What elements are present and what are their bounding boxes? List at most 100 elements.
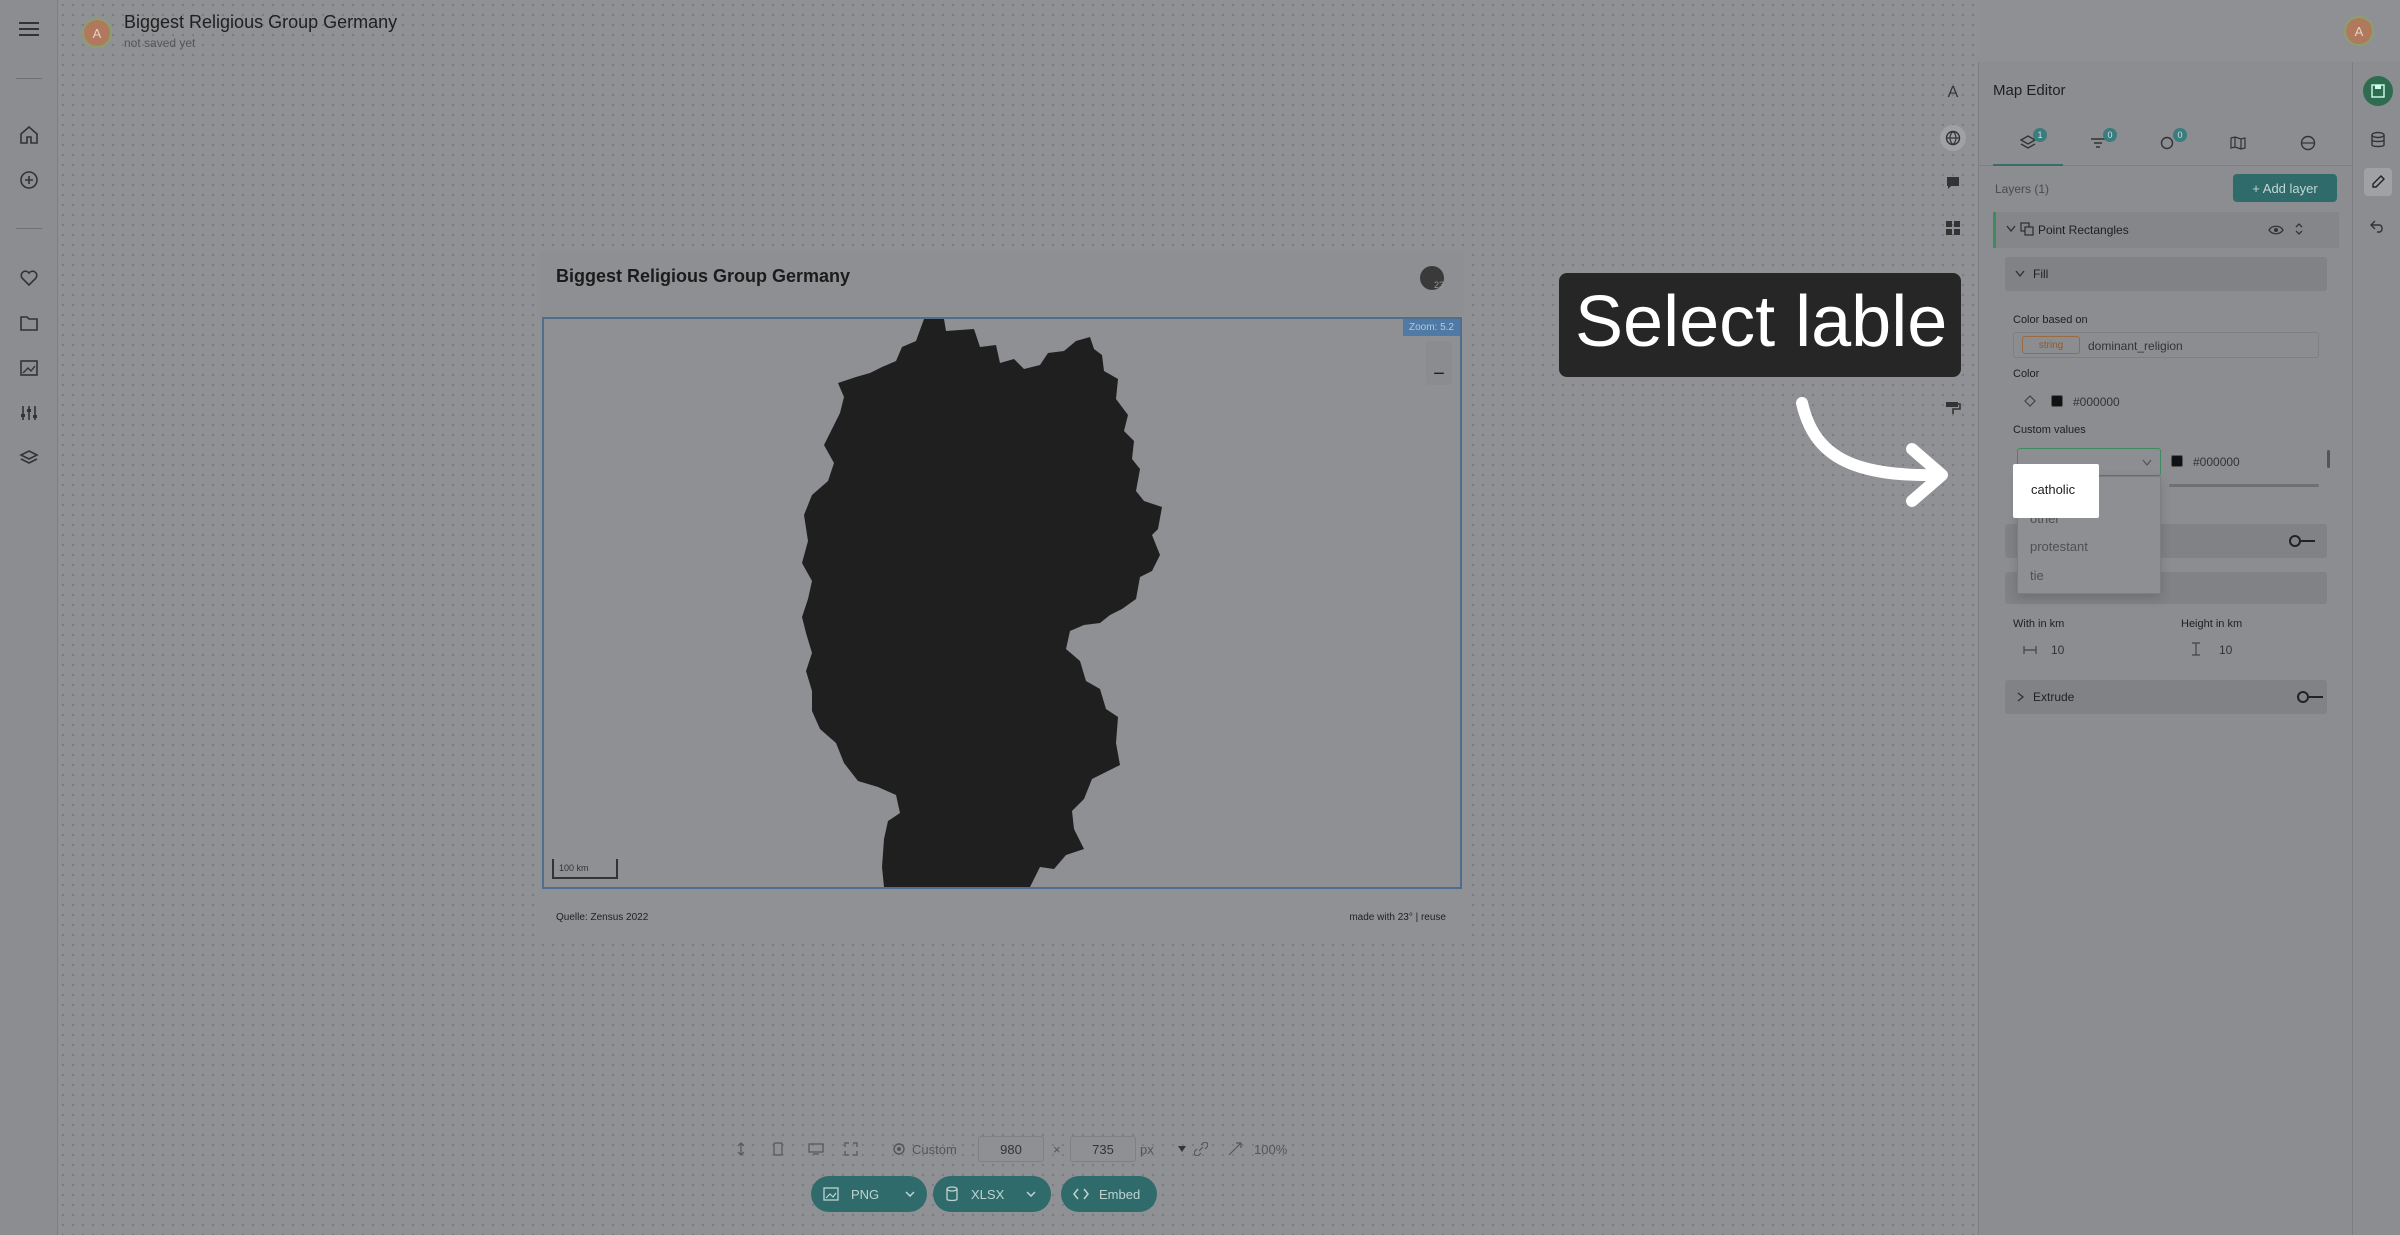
extrude-section-header[interactable]: Extrude [2005, 680, 2327, 714]
png-label: PNG [851, 1186, 880, 1202]
panel-title: Map Editor [1993, 82, 2066, 99]
tab-badge: 0 [2173, 128, 2187, 142]
color-label: Color [2013, 368, 2040, 380]
menu-icon[interactable] [14, 14, 44, 44]
unit-select[interactable]: px [1140, 1142, 1154, 1157]
right-rail [2352, 62, 2400, 1235]
save-icon[interactable] [2363, 76, 2393, 106]
project-title[interactable]: Biggest Religious Group Germany [124, 12, 397, 33]
editor-tabs: 1 0 0 [1979, 120, 2353, 166]
tab-projection[interactable] [2273, 120, 2343, 166]
scrollbar[interactable] [2327, 450, 2330, 468]
map-viewport[interactable]: Zoom: 5.2 − 100 km [542, 317, 1462, 889]
shapes-icon [2020, 222, 2034, 236]
paint-roller-icon[interactable] [1940, 395, 1966, 421]
mobile-narrow-icon[interactable] [736, 1142, 746, 1156]
comment-tool-icon[interactable] [1940, 170, 1966, 196]
color-hex[interactable]: #000000 [2073, 395, 2120, 409]
field-name: dominant_religion [2088, 339, 2183, 353]
embed-button[interactable]: Embed [1061, 1176, 1157, 1212]
add-layer-button[interactable]: + Add layer [2233, 174, 2337, 202]
tab-badge: 0 [2103, 128, 2117, 142]
stack-icon[interactable] [14, 443, 44, 473]
map-title[interactable]: Biggest Religious Group Germany [556, 266, 850, 287]
custom-color-swatch[interactable] [2171, 455, 2183, 467]
grid-tool-icon[interactable] [1940, 215, 1966, 241]
extrude-label: Extrude [2033, 690, 2075, 704]
tab-interactions[interactable]: 0 [2133, 120, 2203, 166]
value-slider[interactable] [2169, 484, 2319, 487]
link-icon[interactable] [1194, 1142, 1208, 1156]
database-icon [946, 1186, 958, 1202]
nav-divider [16, 228, 42, 229]
chevron-down-icon[interactable] [2006, 225, 2016, 233]
logo-icon: 23 [1420, 266, 1444, 290]
zoom-icon[interactable] [1228, 1142, 1242, 1156]
add-circle-icon[interactable] [14, 165, 44, 195]
mobile-icon[interactable] [772, 1142, 784, 1156]
source-text: Quelle: Zensus 2022 [556, 912, 649, 923]
folder-icon[interactable] [14, 308, 44, 338]
chevron-down-icon[interactable] [1026, 1191, 1036, 1197]
credit-text[interactable]: made with 23° | reuse [1349, 912, 1446, 923]
type-chip: string [2022, 336, 2080, 354]
dropdown-option-highlighted[interactable]: catholic [2013, 464, 2099, 518]
instruction-tooltip: Select lable [1559, 273, 1961, 377]
eye-icon[interactable] [2268, 224, 2284, 236]
tab-filters[interactable]: 0 [2063, 120, 2133, 166]
image-icon [823, 1187, 839, 1201]
size-preset[interactable]: Custom [912, 1142, 957, 1157]
extrude-toggle[interactable] [2297, 691, 2323, 703]
export-png-button[interactable]: PNG [811, 1176, 927, 1212]
fullscreen-icon[interactable] [844, 1142, 858, 1156]
text-tool-icon[interactable]: A [1940, 80, 1966, 106]
project-avatar[interactable]: A [82, 18, 112, 48]
fill-label: Fill [2033, 267, 2049, 281]
reorder-icon[interactable] [2294, 222, 2304, 236]
dropdown-option[interactable]: tie [2030, 568, 2044, 583]
fill-section-header[interactable]: Fill [2005, 257, 2327, 291]
chevron-down-icon[interactable] [905, 1191, 915, 1197]
heart-icon[interactable] [14, 263, 44, 293]
height-icon [2192, 642, 2200, 656]
image-icon[interactable] [14, 353, 44, 383]
home-icon[interactable] [14, 120, 44, 150]
undo-icon[interactable] [2364, 212, 2392, 240]
height-px-input[interactable]: 735 [1070, 1136, 1136, 1162]
nav-divider [16, 78, 42, 79]
database-icon[interactable] [2364, 126, 2392, 154]
width-icon [2023, 646, 2037, 654]
dropdown-option[interactable]: protestant [2030, 539, 2088, 554]
layer-item[interactable]: Point Rectangles [1993, 212, 2339, 248]
chevron-down-icon[interactable] [1178, 1146, 1186, 1152]
tab-layers[interactable]: 1 [1993, 120, 2063, 166]
custom-values-label: Custom values [2013, 424, 2086, 436]
settings-icon[interactable] [892, 1142, 906, 1156]
color-field-select[interactable]: string dominant_religion [2013, 332, 2319, 358]
color-swatch[interactable] [2051, 395, 2063, 407]
zoom-controls: − [1426, 341, 1452, 385]
map-editor-panel: Map Editor 1 0 0 Layers (1) + Add layer … [1978, 62, 2353, 1235]
zoom-percent: 100% [1254, 1142, 1288, 1157]
tab-basemap[interactable] [2203, 120, 2273, 166]
zoom-out-button[interactable]: − [1426, 363, 1452, 385]
edit-icon[interactable] [2364, 168, 2392, 196]
chevron-down-icon [2142, 459, 2152, 467]
globe-tool-icon[interactable] [1940, 125, 1966, 151]
desktop-icon[interactable] [808, 1142, 824, 1156]
zoom-level-badge: Zoom: 5.2 [1402, 319, 1460, 336]
option-label: catholic [2031, 482, 2076, 497]
height-input[interactable]: 10 [2219, 643, 2232, 657]
stroke-toggle[interactable] [2289, 535, 2315, 547]
germany-map-shape [802, 319, 1162, 887]
width-px-input[interactable]: 980 [978, 1136, 1044, 1162]
chevron-right-icon [2017, 692, 2025, 702]
custom-color-hex[interactable]: #000000 [2193, 455, 2240, 469]
scale-bar: 100 km [552, 859, 618, 879]
xlsx-label: XLSX [971, 1186, 1005, 1202]
export-xlsx-button[interactable]: XLSX [933, 1176, 1051, 1212]
logo-text: 23 [1433, 280, 1444, 290]
sliders-icon[interactable] [14, 398, 44, 428]
width-input[interactable]: 10 [2051, 643, 2064, 657]
user-avatar[interactable]: A [2344, 16, 2374, 46]
